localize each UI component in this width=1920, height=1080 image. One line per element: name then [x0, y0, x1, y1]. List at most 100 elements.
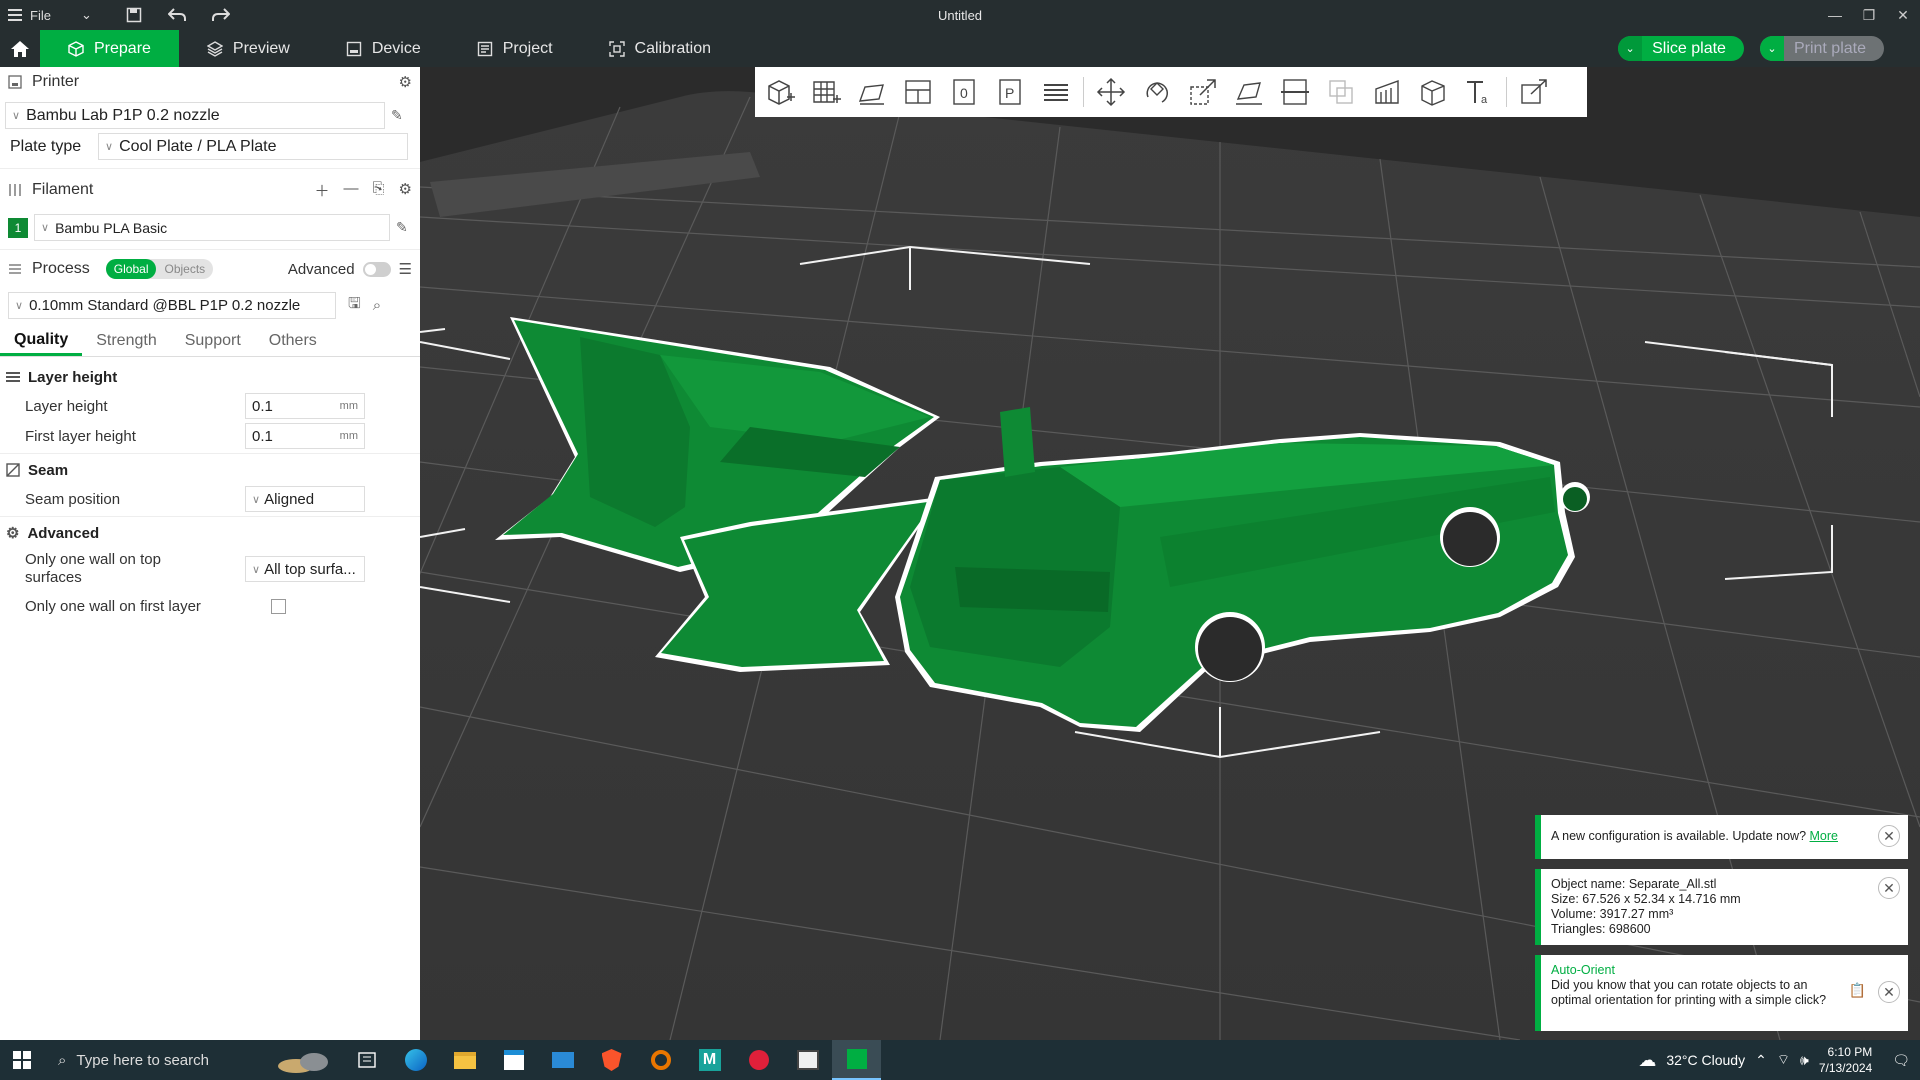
auto-orient-icon[interactable] [853, 73, 891, 111]
filament-sync-icon[interactable]: ⎘ [373, 180, 385, 201]
tab-support[interactable]: Support [171, 332, 255, 356]
global-objects-toggle[interactable]: Global Objects [105, 259, 214, 279]
move-icon[interactable] [1092, 73, 1130, 111]
advanced-label: Advanced [287, 260, 355, 278]
close-icon[interactable]: ✕ [1878, 981, 1900, 1003]
more-link[interactable]: More [1810, 829, 1838, 843]
process-preset-select[interactable]: ∨ 0.10mm Standard @BBL P1P 0.2 nozzle [8, 292, 336, 319]
edge-icon[interactable] [391, 1040, 440, 1080]
clipboard-icon[interactable]: 📋 [1849, 983, 1866, 998]
printer-icon [8, 75, 22, 89]
redo-icon[interactable] [204, 0, 238, 30]
edit-icon[interactable]: ✎ [396, 219, 408, 236]
filament-select[interactable]: ∨ Bambu PLA Basic [34, 214, 390, 241]
add-plate-icon[interactable] [807, 73, 845, 111]
cut-icon[interactable] [1276, 73, 1314, 111]
volume-icon[interactable]: 🕪 [1800, 1052, 1809, 1069]
clock[interactable]: 6:10 PM 7/13/2024 [1819, 1044, 1872, 1076]
file-menu-button[interactable]: File [0, 0, 59, 30]
layer-height-input[interactable]: 0.1 mm [245, 393, 365, 419]
seam-position-select[interactable]: ∨ Aligned [245, 486, 365, 512]
seam-paint-icon[interactable] [1414, 73, 1452, 111]
cube-icon [68, 40, 84, 57]
remove-filament-icon[interactable]: — [344, 180, 359, 201]
advanced-toggle[interactable] [362, 261, 391, 277]
weather-text[interactable]: 32°C Cloudy [1666, 1052, 1745, 1068]
taskbar-search[interactable]: ⌕ Type here to search [44, 1040, 262, 1080]
brave-icon[interactable] [587, 1040, 636, 1080]
plate-type-select[interactable]: ∨ Cool Plate / PLA Plate [98, 133, 408, 160]
gear-icon[interactable]: ⚙ [399, 73, 412, 91]
chevron-down-icon[interactable]: ⌄ [1618, 36, 1643, 61]
tip-title: Auto-Orient [1551, 963, 1615, 977]
slice-plate-button[interactable]: ⌄ Slice plate [1618, 36, 1744, 61]
chevron-down-icon: ∨ [105, 141, 114, 153]
home-icon[interactable] [0, 30, 40, 67]
tab-strength[interactable]: Strength [82, 332, 170, 356]
chevron-up-icon[interactable]: ⌃ [1755, 1052, 1767, 1069]
rotate-icon[interactable] [1138, 73, 1176, 111]
cloudy-icon: ☁ [1638, 1049, 1657, 1070]
toggle-global[interactable]: Global [105, 259, 157, 279]
hamburger-icon [8, 9, 22, 21]
add-filament-icon[interactable]: ＋ [315, 180, 330, 201]
scale-icon[interactable] [1184, 73, 1222, 111]
tab-preview[interactable]: Preview [179, 30, 318, 67]
one-wall-first-checkbox[interactable] [271, 598, 286, 614]
tab-others[interactable]: Others [255, 332, 331, 356]
svg-text:0: 0 [960, 85, 968, 101]
bambu-studio-taskbar-icon[interactable] [832, 1040, 881, 1080]
tab-prepare[interactable]: Prepare [40, 30, 179, 67]
print-plate-button[interactable]: ⌄ Print plate [1759, 36, 1884, 61]
chevron-down-icon[interactable]: ⌄ [73, 0, 100, 30]
app-red-icon[interactable] [734, 1040, 783, 1080]
first-layer-height-input[interactable]: 0.1 mm [245, 423, 365, 449]
tab-quality[interactable]: Quality [0, 331, 83, 356]
save-icon[interactable] [118, 0, 150, 30]
printer-select[interactable]: ∨ Bambu Lab P1P 0.2 nozzle [5, 102, 385, 129]
boolean-icon[interactable] [1322, 73, 1360, 111]
search-icon[interactable]: ⌕ [373, 297, 381, 314]
plate-p-icon[interactable]: P [991, 73, 1029, 111]
measure-icon[interactable] [1515, 73, 1553, 111]
weather-widget-icon[interactable] [262, 1040, 342, 1080]
gear-icon[interactable]: ⚙ [399, 180, 412, 201]
close-icon[interactable]: ✕ [1878, 825, 1900, 847]
minimize-icon[interactable]: — [1818, 0, 1852, 30]
undo-icon[interactable] [160, 0, 194, 30]
tab-device[interactable]: Device [318, 30, 449, 67]
list-icon[interactable]: ☰ [399, 260, 412, 278]
plate-zero-icon[interactable]: 0 [945, 73, 983, 111]
window-title: Untitled [937, 7, 983, 23]
object-triangles: Triangles: 698600 [1551, 922, 1651, 936]
arrange-icon[interactable] [899, 73, 937, 111]
support-paint-icon[interactable] [1368, 73, 1406, 111]
tab-calibration[interactable]: Calibration [581, 30, 739, 67]
app-m-icon[interactable]: M [685, 1040, 734, 1080]
store-icon[interactable] [489, 1040, 538, 1080]
text-tool-icon[interactable]: a [1460, 73, 1498, 111]
close-icon[interactable]: ✕ [1886, 0, 1920, 30]
app-photo-icon[interactable] [783, 1040, 832, 1080]
file-explorer-icon[interactable] [440, 1040, 489, 1080]
blender-icon[interactable] [636, 1040, 685, 1080]
clock-time: 6:10 PM [1827, 1045, 1873, 1059]
lay-on-face-icon[interactable] [1230, 73, 1268, 111]
toggle-objects[interactable]: Objects [156, 259, 213, 279]
tab-project[interactable]: Project [449, 30, 581, 67]
save-preset-icon[interactable]: 🖫 [348, 293, 361, 318]
add-object-icon[interactable] [761, 73, 799, 111]
mail-icon[interactable] [538, 1040, 587, 1080]
one-wall-top-select[interactable]: ∨ All top surfa... [245, 556, 365, 582]
windows-start-icon[interactable] [0, 1040, 44, 1080]
plate-type-label: Plate type [10, 137, 82, 155]
chevron-down-icon[interactable]: ⌄ [1759, 36, 1784, 61]
layers-toggle-icon[interactable] [1037, 73, 1075, 111]
task-view-icon[interactable] [342, 1040, 391, 1080]
close-icon[interactable]: ✕ [1878, 877, 1900, 899]
3d-toolbar: 0 P a [755, 67, 1587, 117]
restore-icon[interactable]: ❐ [1852, 0, 1886, 30]
edit-icon[interactable]: ✎ [391, 107, 403, 124]
notification-center-icon[interactable]: 🗨 [1892, 1052, 1910, 1069]
network-icon[interactable]: ⌔ [1777, 1051, 1790, 1069]
